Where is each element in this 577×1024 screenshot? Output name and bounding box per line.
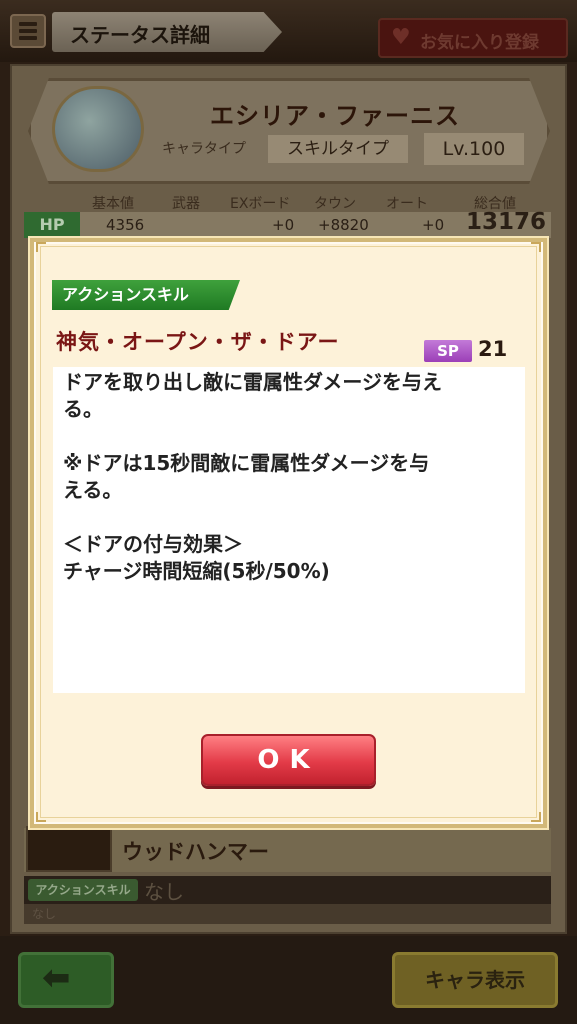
chara-display-button[interactable]: キャラ表示: [392, 952, 558, 1008]
character-avatar[interactable]: [52, 86, 144, 172]
description-line: ＜ドアの付与効果＞ チャージ時間短縮(5秒/50%): [63, 532, 330, 583]
hp-town: +8820: [318, 216, 369, 234]
skill-type-label: スキルタイプ: [268, 135, 408, 163]
chara-type-label: キャラタイプ: [162, 141, 246, 157]
skill-description: ドアを取り出し敵に雷属性ダメージを与え る。 ※ドアは15秒間敵に雷属性ダメージ…: [63, 369, 521, 585]
weapon-name: ウッドハンマー: [122, 840, 269, 864]
column-exboard: EXボード: [230, 196, 291, 212]
column-base: 基本値: [92, 196, 134, 212]
hp-exboard: +0: [272, 216, 295, 234]
column-weapon: 武器: [172, 196, 200, 212]
hp-label: HP: [24, 212, 80, 238]
corner-ornament: [36, 242, 46, 252]
hp-total: 13176: [466, 209, 547, 235]
weapon-skill-value: なし: [144, 880, 184, 904]
skill-name: 神気・オープン・ザ・ドアー: [56, 330, 340, 354]
weapon-skill-tag: アクションスキル: [28, 879, 138, 901]
skill-category-banner: アクションスキル: [52, 280, 240, 310]
corner-ornament: [531, 242, 541, 252]
heart-icon: ♥: [391, 25, 411, 50]
description-line: ドアを取り出し敵に雷属性ダメージを与え る。: [63, 370, 442, 421]
favorite-label: お気に入り登録: [420, 33, 539, 53]
column-town: タウン: [314, 196, 356, 212]
weapon-skill-desc: なし: [24, 904, 551, 924]
hp-base: 4356: [106, 216, 145, 234]
level-badge: Lv.100: [424, 133, 524, 165]
back-arrow-icon: ⬅: [42, 958, 71, 998]
hp-auto: +0: [422, 216, 445, 234]
corner-ornament: [531, 812, 541, 822]
description-line: ※ドアは15秒間敵に雷属性ダメージを与 える。: [63, 451, 430, 502]
corner-ornament: [36, 812, 46, 822]
page-title: ステータス詳細: [70, 23, 210, 47]
ok-button[interactable]: OK: [201, 734, 376, 786]
hammer-icon: [26, 826, 112, 872]
column-auto: オート: [386, 196, 428, 212]
menu-icon[interactable]: [10, 14, 46, 48]
character-name: エシリア・ファーニス: [210, 102, 460, 130]
sp-badge: SP: [424, 340, 472, 362]
sp-value: 21: [478, 337, 508, 361]
